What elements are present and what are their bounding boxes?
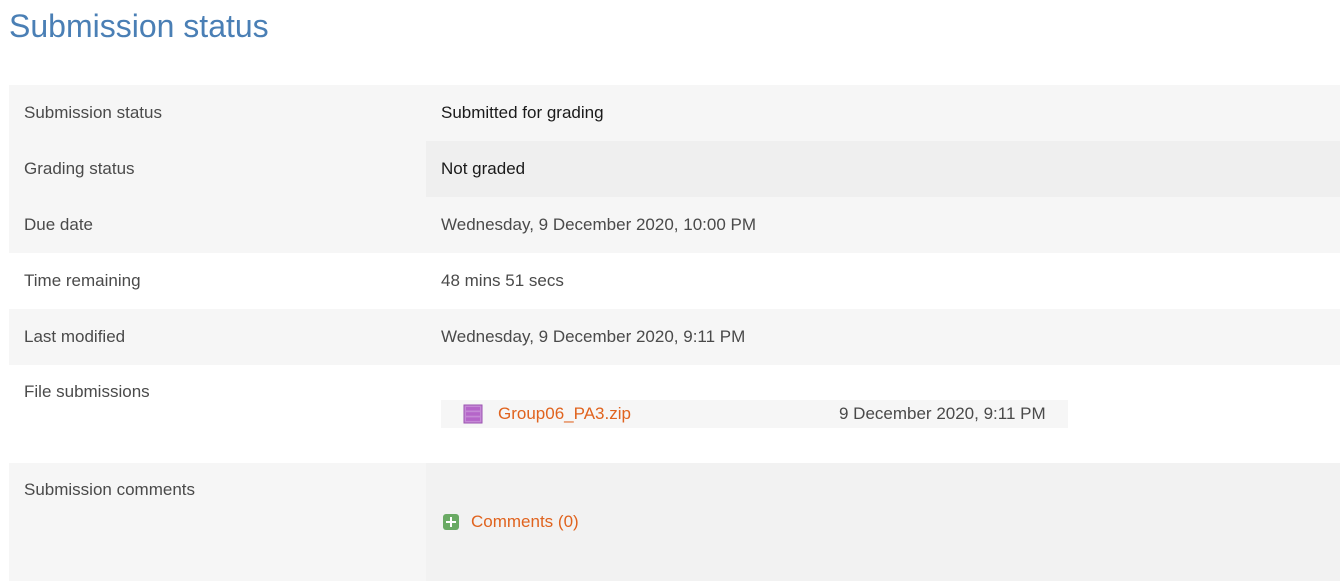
row-label: File submissions <box>24 382 150 401</box>
row-label: Due date <box>24 215 93 234</box>
row-label: Grading status <box>24 159 135 178</box>
file-link[interactable]: Group06_PA3.zip <box>498 404 631 424</box>
row-file-submissions: File submissions Group06_PA3.zip 9 Decem… <box>9 365 1340 463</box>
row-label: Submission status <box>24 103 162 122</box>
submission-comments-value: Comments (0) <box>426 463 1340 581</box>
last-modified-value: Wednesday, 9 December 2020, 9:11 PM <box>441 327 746 346</box>
row-submission-status: Submission status Submitted for grading <box>9 85 1340 141</box>
time-remaining-value: 48 mins 51 secs <box>441 271 564 290</box>
file-submissions-value: Group06_PA3.zip 9 December 2020, 9:11 PM <box>426 365 1340 463</box>
row-time-remaining: Time remaining 48 mins 51 secs <box>9 253 1340 309</box>
submission-status-table: Submission status Submitted for grading … <box>9 85 1340 581</box>
comments-toggle[interactable]: Comments (0) <box>441 512 1340 532</box>
row-label: Submission comments <box>24 480 196 499</box>
due-date-value: Wednesday, 9 December 2020, 10:00 PM <box>441 215 756 234</box>
submission-status-page: Submission status Submission status Subm… <box>0 0 1340 581</box>
submission-status-value: Submitted for grading <box>441 103 604 122</box>
plus-icon[interactable] <box>443 514 459 530</box>
row-last-modified: Last modified Wednesday, 9 December 2020… <box>9 309 1340 365</box>
comments-link[interactable]: Comments (0) <box>471 512 579 532</box>
row-due-date: Due date Wednesday, 9 December 2020, 10:… <box>9 197 1340 253</box>
page-title: Submission status <box>9 8 269 44</box>
row-grading-status: Grading status Not graded <box>9 141 1340 197</box>
file-item: Group06_PA3.zip 9 December 2020, 9:11 PM <box>441 400 1068 428</box>
row-label: Time remaining <box>24 271 141 290</box>
archive-icon <box>463 404 483 424</box>
row-submission-comments: Submission comments Comments (0) <box>9 463 1340 581</box>
grading-status-value: Not graded <box>426 141 1340 197</box>
row-label: Last modified <box>24 327 126 346</box>
file-date: 9 December 2020, 9:11 PM <box>839 404 1046 423</box>
